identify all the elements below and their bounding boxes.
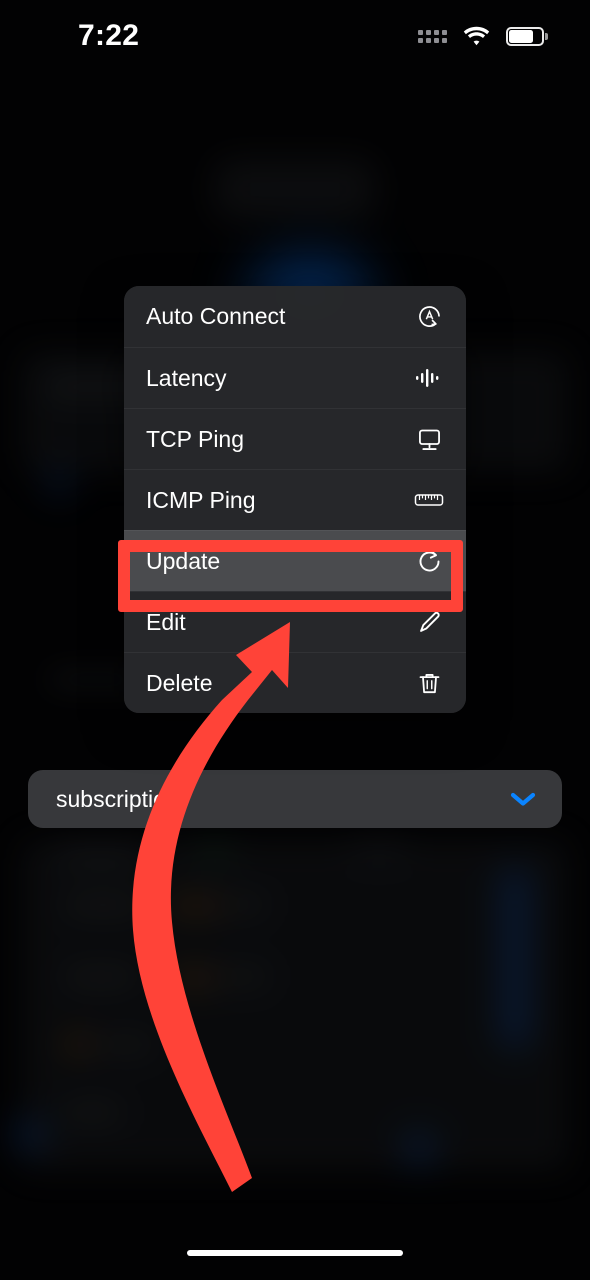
monitor-icon: [414, 424, 444, 454]
menu-item-auto-connect[interactable]: Auto Connect: [124, 286, 466, 347]
menu-item-label: ICMP Ping: [146, 486, 256, 513]
menu-item-label: Delete: [146, 669, 213, 696]
signal-dots-icon: [418, 29, 447, 43]
wifi-icon: [463, 26, 490, 46]
home-indicator: [187, 1250, 403, 1256]
menu-item-label: Auto Connect: [146, 303, 286, 329]
chevron-down-icon[interactable]: [508, 790, 538, 808]
latency-waveform-icon: [414, 363, 444, 393]
auto-connect-icon: [414, 302, 444, 332]
trash-icon: [414, 668, 444, 698]
status-bar-indicators: [418, 26, 548, 46]
subscription-label: subscription: [56, 785, 179, 812]
pencil-icon: [414, 607, 444, 637]
menu-item-icmp-ping[interactable]: ICMP Ping: [124, 469, 466, 530]
phone-screen: 7:22 Auto Connect Latency TCP Ping ICMP …: [0, 0, 590, 1280]
menu-item-label: Edit: [146, 608, 186, 635]
menu-item-label: Update: [146, 547, 221, 574]
status-bar-clock: 7:22: [78, 19, 140, 52]
menu-item-label: Latency: [146, 364, 227, 391]
ruler-icon: [414, 485, 444, 515]
refresh-icon: [414, 546, 444, 576]
menu-item-tcp-ping[interactable]: TCP Ping: [124, 408, 466, 469]
menu-item-update[interactable]: Update: [124, 530, 466, 591]
status-bar: 7:22: [0, 0, 590, 72]
context-menu[interactable]: Auto Connect Latency TCP Ping ICMP Ping …: [124, 286, 466, 713]
battery-icon: [506, 26, 548, 46]
subscription-selector[interactable]: subscription: [28, 770, 562, 828]
menu-item-delete[interactable]: Delete: [124, 652, 466, 713]
menu-item-latency[interactable]: Latency: [124, 347, 466, 408]
menu-item-label: TCP Ping: [146, 425, 245, 452]
menu-item-edit[interactable]: Edit: [124, 591, 466, 652]
